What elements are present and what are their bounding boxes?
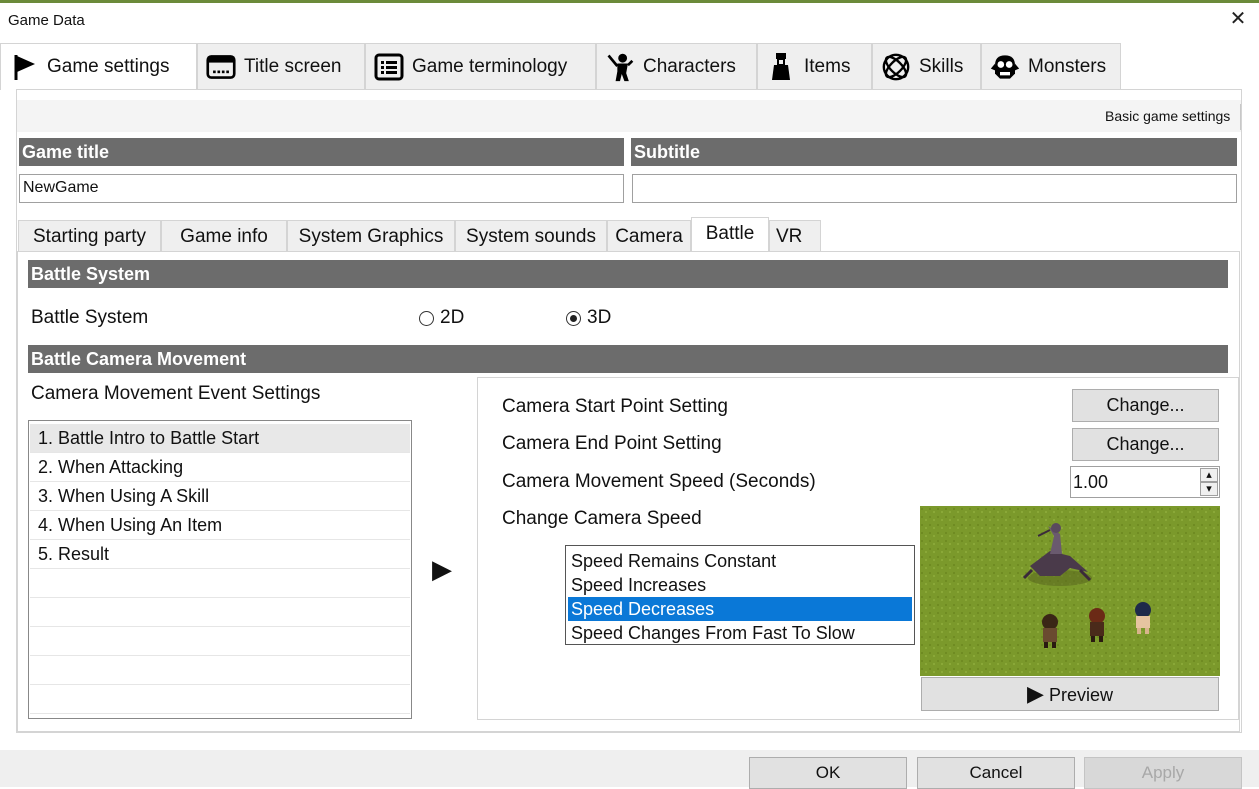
preview-label: Preview	[1048, 685, 1113, 705]
battle-system-label: Battle System	[31, 307, 149, 328]
list-item[interactable]: 1. Battle Intro to Battle Start	[30, 424, 410, 453]
battle-preview-image	[920, 506, 1220, 676]
basic-settings-label: Basic game settings	[1105, 108, 1231, 124]
divider	[1240, 104, 1241, 130]
change-speed-label: Change Camera Speed	[502, 508, 702, 529]
end-point-label: Camera End Point Setting	[502, 433, 722, 454]
change-start-point-button[interactable]: Change...	[1072, 389, 1219, 422]
speed-mode-list: Speed Remains Constant Speed Increases S…	[565, 545, 915, 645]
list-item[interactable]: 3. When Using A Skill	[30, 482, 410, 511]
characters-icon	[605, 52, 635, 82]
start-point-label: Camera Start Point Setting	[502, 396, 728, 417]
preview-button[interactable]: ▶ Preview	[921, 677, 1219, 711]
flag-icon	[9, 52, 39, 82]
radio-2d[interactable]	[419, 311, 434, 326]
tab-label: Characters	[643, 55, 736, 77]
list-icon	[374, 52, 404, 82]
tab-label: Game settings	[47, 56, 170, 77]
list-item[interactable]: Speed Remains Constant	[568, 549, 912, 573]
tab-system-sounds[interactable]: System sounds	[455, 220, 607, 252]
background-strip	[0, 0, 1259, 3]
tab-system-graphics[interactable]: System Graphics	[287, 220, 455, 252]
main-tab-bar: Game settings Title screen Game terminol…	[0, 43, 1259, 90]
tab-label: Skills	[919, 55, 964, 77]
spin-down-button[interactable]: ▾	[1200, 482, 1218, 496]
empty-row	[30, 569, 410, 598]
basic-settings-bar	[17, 100, 1241, 132]
speed-label: Camera Movement Speed (Seconds)	[502, 471, 816, 492]
tab-label: Game terminology	[412, 55, 568, 77]
tab-game-settings[interactable]: Game settings	[0, 43, 197, 90]
empty-row	[30, 627, 410, 656]
list-item[interactable]: 4. When Using An Item	[30, 511, 410, 540]
speed-value[interactable]: 1.00	[1073, 470, 1108, 494]
tab-game-info[interactable]: Game info	[161, 220, 287, 252]
tab-battle[interactable]: Battle	[691, 217, 769, 252]
camera-movement-header: Battle Camera Movement	[28, 345, 1228, 373]
apply-button[interactable]: Apply	[1084, 757, 1242, 789]
tab-characters[interactable]: Characters	[596, 43, 757, 89]
game-title-header: Game title	[19, 138, 624, 166]
list-item[interactable]: Speed Decreases	[568, 597, 912, 621]
tab-vr[interactable]: VR	[769, 220, 821, 252]
empty-row	[30, 685, 410, 714]
subtitle-field[interactable]	[632, 174, 1237, 203]
spin-up-button[interactable]: ▴	[1200, 468, 1218, 482]
tab-skills[interactable]: Skills	[872, 43, 981, 89]
play-icon: ▶	[1027, 681, 1044, 706]
tab-monsters[interactable]: Monsters	[981, 43, 1121, 89]
tab-title-screen[interactable]: Title screen	[197, 43, 365, 89]
change-end-point-button[interactable]: Change...	[1072, 428, 1219, 461]
list-item[interactable]: 5. Result	[30, 540, 410, 569]
tab-game-terminology[interactable]: Game terminology	[365, 43, 596, 89]
list-item[interactable]: Speed Changes From Fast To Slow	[568, 621, 912, 645]
ok-button[interactable]: OK	[749, 757, 907, 789]
tab-label: Items	[804, 55, 851, 77]
list-item[interactable]: 2. When Attacking	[30, 453, 410, 482]
items-icon	[766, 52, 796, 82]
title-bar	[0, 0, 1259, 40]
tab-label: Title screen	[244, 55, 342, 77]
events-label: Camera Movement Event Settings	[31, 383, 321, 404]
close-button[interactable]: ✕	[1227, 8, 1249, 30]
skills-icon	[881, 52, 911, 82]
tab-camera[interactable]: Camera	[607, 220, 691, 252]
radio-3d[interactable]	[566, 311, 581, 326]
subtitle-header: Subtitle	[631, 138, 1237, 166]
tab-label: Monsters	[1028, 55, 1107, 77]
arrow-right-icon: ▶	[432, 554, 452, 584]
list-item[interactable]: Speed Increases	[568, 573, 912, 597]
window-title: Game Data	[8, 12, 85, 29]
tab-starting-party[interactable]: Starting party	[18, 220, 161, 252]
game-title-field[interactable]: NewGame	[19, 174, 624, 203]
battle-system-header: Battle System	[28, 260, 1228, 288]
empty-row	[30, 656, 410, 685]
tab-items[interactable]: Items	[757, 43, 872, 89]
cancel-button[interactable]: Cancel	[917, 757, 1075, 789]
radio-3d-label: 3D	[587, 307, 612, 328]
title-screen-icon	[206, 52, 236, 82]
monsters-icon	[990, 52, 1020, 82]
empty-row	[30, 598, 410, 627]
camera-event-list: 1. Battle Intro to Battle Start 2. When …	[28, 420, 412, 719]
radio-2d-label: 2D	[440, 307, 465, 328]
